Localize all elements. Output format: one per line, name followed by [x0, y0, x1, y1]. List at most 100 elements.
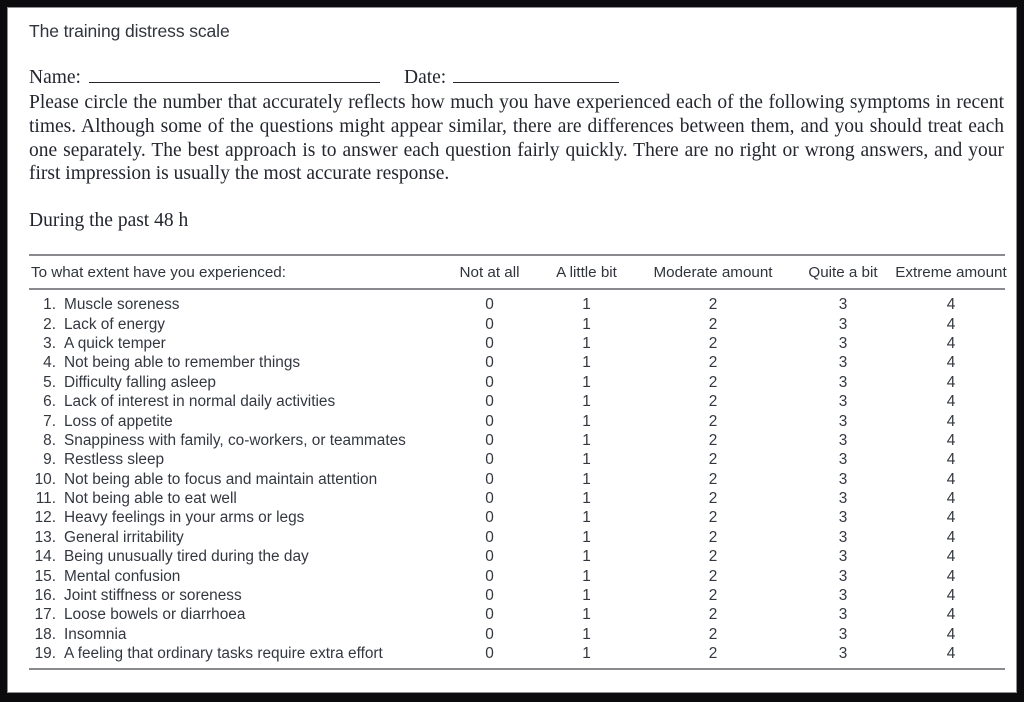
response-option[interactable]: 1 [538, 644, 635, 663]
response-option[interactable]: 0 [441, 528, 538, 547]
response-option[interactable]: 4 [895, 373, 1007, 392]
response-option[interactable]: 2 [635, 315, 791, 334]
response-option[interactable]: 2 [635, 625, 791, 644]
response-option[interactable]: 3 [791, 489, 895, 508]
response-option[interactable]: 2 [635, 586, 791, 605]
response-option[interactable]: 0 [441, 431, 538, 450]
response-option[interactable]: 3 [791, 450, 895, 469]
response-option[interactable]: 2 [635, 412, 791, 431]
response-option[interactable]: 2 [635, 605, 791, 624]
response-option[interactable]: 0 [441, 586, 538, 605]
response-option[interactable]: 1 [538, 508, 635, 527]
response-option[interactable]: 2 [635, 489, 791, 508]
response-option[interactable]: 0 [441, 412, 538, 431]
response-option[interactable]: 4 [895, 470, 1007, 489]
response-option[interactable]: 3 [791, 528, 895, 547]
response-option[interactable]: 1 [538, 567, 635, 586]
response-option[interactable]: 4 [895, 644, 1007, 663]
response-option[interactable]: 2 [635, 373, 791, 392]
response-option[interactable]: 1 [538, 625, 635, 644]
response-option[interactable]: 3 [791, 625, 895, 644]
response-option[interactable]: 3 [791, 547, 895, 566]
response-option[interactable]: 1 [538, 334, 635, 353]
response-option[interactable]: 1 [538, 412, 635, 431]
response-option[interactable]: 1 [538, 470, 635, 489]
response-option[interactable]: 3 [791, 373, 895, 392]
response-option[interactable]: 2 [635, 470, 791, 489]
response-option[interactable]: 0 [441, 547, 538, 566]
response-option[interactable]: 4 [895, 586, 1007, 605]
response-option[interactable]: 1 [538, 547, 635, 566]
response-option[interactable]: 3 [791, 295, 895, 314]
response-option[interactable]: 4 [895, 489, 1007, 508]
response-option[interactable]: 1 [538, 353, 635, 372]
response-option[interactable]: 4 [895, 431, 1007, 450]
response-option[interactable]: 4 [895, 353, 1007, 372]
response-option[interactable]: 2 [635, 392, 791, 411]
response-option[interactable]: 3 [791, 586, 895, 605]
response-option[interactable]: 4 [895, 315, 1007, 334]
response-option[interactable]: 3 [791, 605, 895, 624]
response-option[interactable]: 1 [538, 489, 635, 508]
table-row: 11. Not being able to eat well 0 1 2 3 4 [29, 489, 1005, 508]
response-option[interactable]: 3 [791, 315, 895, 334]
response-option[interactable]: 0 [441, 392, 538, 411]
response-option[interactable]: 3 [791, 412, 895, 431]
response-option[interactable]: 0 [441, 489, 538, 508]
response-option[interactable]: 3 [791, 334, 895, 353]
response-option[interactable]: 1 [538, 450, 635, 469]
response-option[interactable]: 2 [635, 431, 791, 450]
response-option[interactable]: 3 [791, 353, 895, 372]
response-option[interactable]: 1 [538, 373, 635, 392]
response-option[interactable]: 3 [791, 470, 895, 489]
response-option[interactable]: 1 [538, 392, 635, 411]
response-option[interactable]: 1 [538, 315, 635, 334]
response-option[interactable]: 0 [441, 353, 538, 372]
name-write-in-line[interactable] [88, 68, 380, 83]
date-write-in-line[interactable] [453, 68, 620, 83]
response-option[interactable]: 3 [791, 392, 895, 411]
response-option[interactable]: 2 [635, 528, 791, 547]
response-option[interactable]: 0 [441, 373, 538, 392]
response-option[interactable]: 2 [635, 644, 791, 663]
response-option[interactable]: 4 [895, 334, 1007, 353]
response-option[interactable]: 4 [895, 508, 1007, 527]
response-option[interactable]: 3 [791, 431, 895, 450]
response-option[interactable]: 4 [895, 547, 1007, 566]
response-option[interactable]: 4 [895, 392, 1007, 411]
response-option[interactable]: 0 [441, 315, 538, 334]
item-label-cell: 11. Not being able to eat well [29, 489, 441, 508]
response-option[interactable]: 4 [895, 412, 1007, 431]
response-option[interactable]: 3 [791, 644, 895, 663]
name-label: Name: [29, 67, 81, 88]
response-option[interactable]: 2 [635, 567, 791, 586]
response-option[interactable]: 1 [538, 528, 635, 547]
response-option[interactable]: 2 [635, 508, 791, 527]
response-option[interactable]: 1 [538, 431, 635, 450]
response-option[interactable]: 4 [895, 528, 1007, 547]
response-option[interactable]: 0 [441, 508, 538, 527]
response-option[interactable]: 0 [441, 334, 538, 353]
response-option[interactable]: 2 [635, 334, 791, 353]
response-option[interactable]: 0 [441, 295, 538, 314]
response-option[interactable]: 3 [791, 567, 895, 586]
response-option[interactable]: 1 [538, 605, 635, 624]
response-option[interactable]: 1 [538, 586, 635, 605]
response-option[interactable]: 4 [895, 450, 1007, 469]
response-option[interactable]: 4 [895, 295, 1007, 314]
response-option[interactable]: 4 [895, 567, 1007, 586]
response-option[interactable]: 2 [635, 450, 791, 469]
response-option[interactable]: 2 [635, 295, 791, 314]
response-option[interactable]: 2 [635, 547, 791, 566]
response-option[interactable]: 0 [441, 625, 538, 644]
response-option[interactable]: 0 [441, 450, 538, 469]
response-option[interactable]: 1 [538, 295, 635, 314]
response-option[interactable]: 0 [441, 470, 538, 489]
response-option[interactable]: 0 [441, 567, 538, 586]
response-option[interactable]: 4 [895, 605, 1007, 624]
response-option[interactable]: 0 [441, 644, 538, 663]
response-option[interactable]: 4 [895, 625, 1007, 644]
response-option[interactable]: 0 [441, 605, 538, 624]
response-option[interactable]: 3 [791, 508, 895, 527]
response-option[interactable]: 2 [635, 353, 791, 372]
